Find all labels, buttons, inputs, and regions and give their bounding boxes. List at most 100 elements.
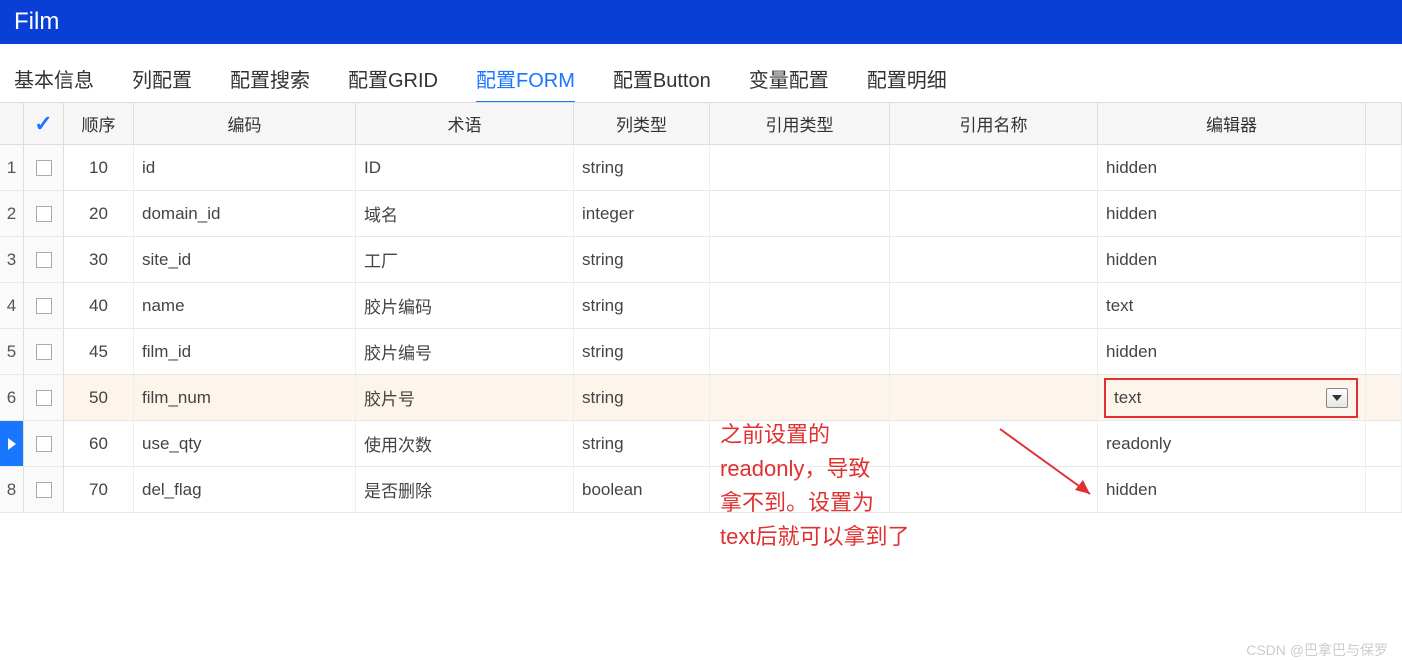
row-checkbox[interactable] [36,160,52,176]
cell-seq[interactable]: 40 [64,283,134,328]
cell-coltype[interactable]: string [574,329,710,374]
col-editor[interactable]: 编辑器 [1098,103,1366,144]
cell-term[interactable]: 胶片编码 [356,283,574,328]
table-row[interactable]: 60use_qty使用次数string readonly [0,421,1402,467]
tab-5[interactable]: 配置Button [613,64,711,101]
cell-coltype[interactable]: string [574,283,710,328]
cell-seq[interactable]: 60 [64,421,134,466]
tab-4[interactable]: 配置FORM [476,64,575,104]
cell-reftype[interactable] [710,237,890,282]
cell-reftype[interactable] [710,283,890,328]
cell-coltype[interactable]: string [574,375,710,420]
table-row[interactable]: 4 40name胶片编码string text [0,283,1402,329]
tab-2[interactable]: 配置搜索 [230,64,310,101]
cell-seq[interactable]: 10 [64,145,134,190]
cell-code[interactable]: name [134,283,356,328]
col-refname[interactable]: 引用名称 [890,103,1098,144]
cell-reftype[interactable] [710,375,890,420]
cell-code[interactable]: site_id [134,237,356,282]
cell-editor[interactable]: hidden [1098,237,1366,282]
table-row[interactable]: 2 20domain_id域名integer hidden [0,191,1402,237]
row-number[interactable]: 5 [0,329,24,374]
row-checkbox[interactable] [36,252,52,268]
cell-term[interactable]: 工厂 [356,237,574,282]
editor-dropdown[interactable]: text [1104,378,1358,418]
cell-refname[interactable] [890,145,1098,190]
cell-seq[interactable]: 30 [64,237,134,282]
cell-refname[interactable] [890,467,1098,512]
cell-code[interactable]: id [134,145,356,190]
row-checkbox[interactable] [36,390,52,406]
cell-editor[interactable]: text [1098,283,1366,328]
cell-term[interactable]: 是否删除 [356,467,574,512]
cell-code[interactable]: del_flag [134,467,356,512]
cell-reftype[interactable] [710,191,890,236]
table-row[interactable]: 1 10idIDstring hidden [0,145,1402,191]
cell-reftype[interactable] [710,467,890,512]
cell-refname[interactable] [890,191,1098,236]
cell-coltype[interactable]: string [574,145,710,190]
cell-editor[interactable]: hidden [1098,329,1366,374]
cell-refname[interactable] [890,237,1098,282]
cell-seq[interactable]: 50 [64,375,134,420]
cell-editor[interactable]: hidden [1098,145,1366,190]
tab-0[interactable]: 基本信息 [14,64,94,101]
table-row[interactable]: 5 45film_id胶片编号string hidden [0,329,1402,375]
cell-term[interactable]: 域名 [356,191,574,236]
cell-reftype[interactable] [710,421,890,466]
row-number[interactable]: 6 [0,375,24,420]
col-check[interactable]: ✓ [24,103,64,144]
cell-term[interactable]: ID [356,145,574,190]
editor-value: text [1114,388,1141,408]
cell-term[interactable]: 胶片编号 [356,329,574,374]
cell-editor[interactable]: readonly [1098,421,1366,466]
cell-seq[interactable]: 45 [64,329,134,374]
cell-coltype[interactable]: boolean [574,467,710,512]
row-number[interactable]: 8 [0,467,24,512]
cell-editor[interactable]: text [1098,375,1366,420]
dropdown-button[interactable] [1326,388,1348,408]
cell-seq[interactable]: 20 [64,191,134,236]
col-reftype[interactable]: 引用类型 [710,103,890,144]
cell-reftype[interactable] [710,145,890,190]
tab-1[interactable]: 列配置 [132,64,192,101]
cell-term[interactable]: 胶片号 [356,375,574,420]
cell-coltype[interactable]: string [574,421,710,466]
col-seq[interactable]: 顺序 [64,103,134,144]
row-number[interactable]: 1 [0,145,24,190]
cell-editor[interactable]: hidden [1098,467,1366,512]
cell-editor[interactable]: hidden [1098,191,1366,236]
col-coltype[interactable]: 列类型 [574,103,710,144]
col-code[interactable]: 编码 [134,103,356,144]
cell-end [1366,375,1402,420]
tab-7[interactable]: 配置明细 [867,64,947,101]
cell-refname[interactable] [890,421,1098,466]
cell-refname[interactable] [890,283,1098,328]
cell-coltype[interactable]: string [574,237,710,282]
tab-3[interactable]: 配置GRID [348,64,438,101]
row-checkbox[interactable] [36,298,52,314]
row-checkbox[interactable] [36,206,52,222]
cell-coltype[interactable]: integer [574,191,710,236]
table-row[interactable]: 6 50film_num胶片号string text [0,375,1402,421]
col-term[interactable]: 术语 [356,103,574,144]
cell-term[interactable]: 使用次数 [356,421,574,466]
row-checkbox[interactable] [36,482,52,498]
cell-code[interactable]: film_num [134,375,356,420]
row-number[interactable]: 4 [0,283,24,328]
row-number[interactable]: 3 [0,237,24,282]
cell-refname[interactable] [890,375,1098,420]
cell-seq[interactable]: 70 [64,467,134,512]
cell-reftype[interactable] [710,329,890,374]
table-row[interactable]: 8 70del_flag是否删除boolean hidden [0,467,1402,513]
cell-code[interactable]: use_qty [134,421,356,466]
row-number[interactable] [0,421,24,466]
cell-code[interactable]: domain_id [134,191,356,236]
row-checkbox[interactable] [36,344,52,360]
row-number[interactable]: 2 [0,191,24,236]
cell-code[interactable]: film_id [134,329,356,374]
cell-refname[interactable] [890,329,1098,374]
row-checkbox[interactable] [36,436,52,452]
tab-6[interactable]: 变量配置 [749,64,829,101]
table-row[interactable]: 3 30site_id工厂string hidden [0,237,1402,283]
